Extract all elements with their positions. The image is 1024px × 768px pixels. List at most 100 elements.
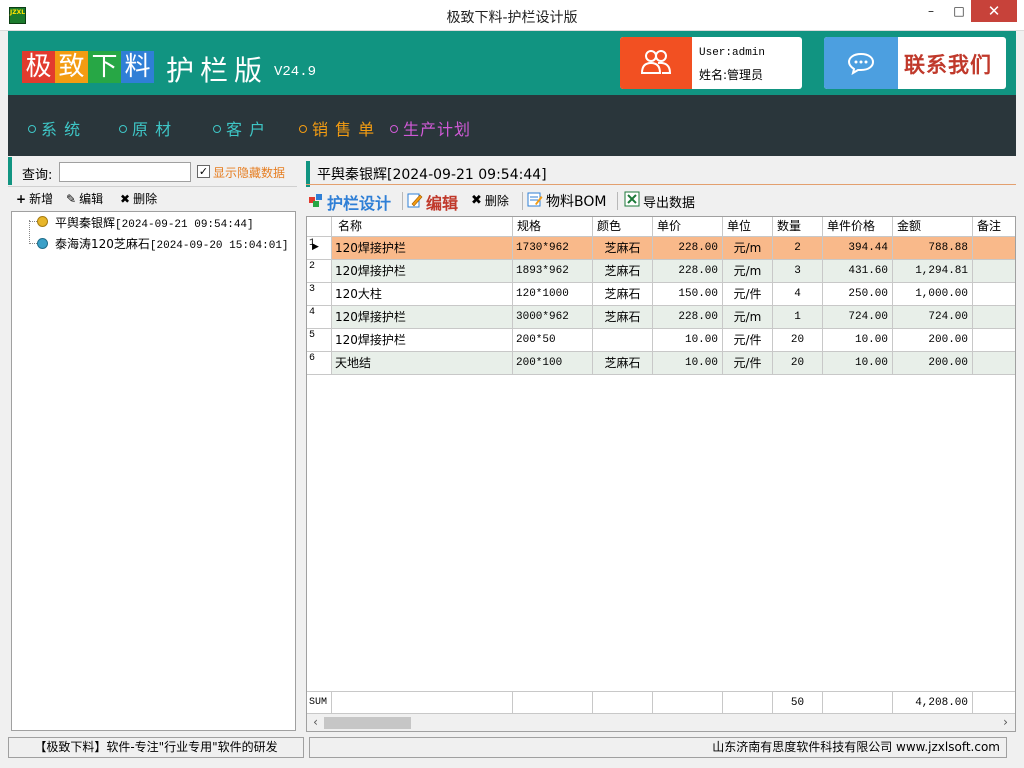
nav-item-customers[interactable]: 客 户 bbox=[213, 116, 266, 140]
nav-item-sales-order[interactable]: 销 售 单 bbox=[299, 116, 375, 140]
cell-spec[interactable]: 200*100 bbox=[513, 352, 593, 374]
cell-note[interactable] bbox=[973, 306, 1015, 328]
show-hidden-checkbox[interactable]: ✓ bbox=[197, 165, 210, 178]
cell-amount[interactable]: 200.00 bbox=[893, 352, 973, 374]
nav-item-materials[interactable]: 原 材 bbox=[119, 116, 172, 140]
cell-note[interactable] bbox=[973, 237, 1015, 259]
cell-unit-price[interactable]: 10.00 bbox=[823, 329, 893, 351]
cell-unit-price[interactable]: 10.00 bbox=[823, 352, 893, 374]
column-header[interactable]: 金额 bbox=[893, 217, 973, 237]
tree-item[interactable]: 泰海涛120芝麻石[2024-09-20 15:04:01] bbox=[55, 235, 289, 252]
cell-name[interactable]: 120大柱 bbox=[332, 283, 513, 305]
row-number[interactable]: 5 bbox=[307, 329, 332, 351]
cell-name[interactable]: 天地结 bbox=[332, 352, 513, 374]
table-row[interactable]: 2 120焊接护栏 1893*962 芝麻石 228.00 元/m 3 431.60 1,294… bbox=[307, 260, 1015, 283]
scroll-left-icon[interactable]: ‹ bbox=[307, 714, 324, 731]
cell-qty[interactable]: 20 bbox=[773, 329, 823, 351]
order-tree[interactable]: 平舆秦银辉[2024-09-21 09:54:44] 泰海涛120芝麻石[202… bbox=[11, 211, 296, 731]
close-button[interactable]: ✕ bbox=[971, 0, 1017, 22]
cell-amount[interactable]: 724.00 bbox=[893, 306, 973, 328]
cell-color[interactable] bbox=[593, 329, 653, 351]
column-header[interactable]: 单价 bbox=[653, 217, 723, 237]
cell-color[interactable]: 芝麻石 bbox=[593, 306, 653, 328]
cell-unit[interactable]: 元/件 bbox=[723, 283, 773, 305]
table-row[interactable]: 4 120焊接护栏 3000*962 芝麻石 228.00 元/m 1 724.00 724.0… bbox=[307, 306, 1015, 329]
cell-unit[interactable]: 元/件 bbox=[723, 352, 773, 374]
edit-record-button[interactable]: 编辑 bbox=[407, 190, 458, 214]
table-row[interactable]: 1 ▶ 120焊接护栏 1730*962 芝麻石 228.00 元/m 2 394.44 788.… bbox=[307, 237, 1015, 260]
cell-unit[interactable]: 元/m bbox=[723, 260, 773, 282]
items-grid[interactable]: 名称 规格 颜色 单价 单位 数量 单件价格 金额 备注 1 ▶ 120焊接护栏 17… bbox=[306, 216, 1016, 732]
cell-price[interactable]: 228.00 bbox=[653, 260, 723, 282]
row-number[interactable]: 3 bbox=[307, 283, 332, 305]
cell-qty[interactable]: 3 bbox=[773, 260, 823, 282]
tree-item[interactable]: 平舆秦银辉[2024-09-21 09:54:44] bbox=[55, 214, 254, 231]
cell-qty[interactable]: 2 bbox=[773, 237, 823, 259]
horizontal-scrollbar[interactable]: ‹ › bbox=[307, 713, 1015, 731]
cell-spec[interactable]: 120*1000 bbox=[513, 283, 593, 305]
cell-note[interactable] bbox=[973, 283, 1015, 305]
cell-color[interactable]: 芝麻石 bbox=[593, 237, 653, 259]
cell-qty[interactable]: 1 bbox=[773, 306, 823, 328]
cell-amount[interactable]: 1,294.81 bbox=[893, 260, 973, 282]
nav-item-system[interactable]: 系 统 bbox=[28, 116, 81, 140]
cell-unit[interactable]: 元/m bbox=[723, 306, 773, 328]
minimize-button[interactable]: – bbox=[916, 0, 946, 22]
column-header[interactable]: 规格 bbox=[513, 217, 593, 237]
scroll-right-icon[interactable]: › bbox=[997, 714, 1014, 731]
contact-us-button[interactable]: 联系我们 bbox=[824, 37, 1006, 89]
cell-spec[interactable]: 200*50 bbox=[513, 329, 593, 351]
cell-name[interactable]: 120焊接护栏 bbox=[332, 237, 513, 259]
delete-record-button[interactable]: ✖ 删除 bbox=[471, 192, 509, 209]
cell-name[interactable]: 120焊接护栏 bbox=[332, 306, 513, 328]
cell-note[interactable] bbox=[973, 352, 1015, 374]
add-button[interactable]: + 新增 bbox=[16, 190, 53, 207]
cell-amount[interactable]: 200.00 bbox=[893, 329, 973, 351]
cell-amount[interactable]: 1,000.00 bbox=[893, 283, 973, 305]
cell-spec[interactable]: 3000*962 bbox=[513, 306, 593, 328]
column-header[interactable]: 数量 bbox=[773, 217, 823, 237]
cell-spec[interactable]: 1893*962 bbox=[513, 260, 593, 282]
cell-unit-price[interactable]: 250.00 bbox=[823, 283, 893, 305]
cell-price[interactable]: 10.00 bbox=[653, 352, 723, 374]
railing-design-button[interactable]: 护栏设计 bbox=[308, 190, 391, 214]
cell-spec[interactable]: 1730*962 bbox=[513, 237, 593, 259]
search-input[interactable] bbox=[59, 162, 191, 182]
cell-amount[interactable]: 788.88 bbox=[893, 237, 973, 259]
cell-color[interactable]: 芝麻石 bbox=[593, 352, 653, 374]
cell-price[interactable]: 10.00 bbox=[653, 329, 723, 351]
delete-button[interactable]: ✖ 删除 bbox=[120, 190, 157, 207]
table-row[interactable]: 3 120大柱 120*1000 芝麻石 150.00 元/件 4 250.00 1,000.0… bbox=[307, 283, 1015, 306]
export-button[interactable]: 导出数据 bbox=[624, 191, 695, 211]
cell-unit[interactable]: 元/件 bbox=[723, 329, 773, 351]
row-number[interactable]: 2 bbox=[307, 260, 332, 282]
row-number[interactable]: 1 bbox=[307, 237, 332, 259]
cell-qty[interactable]: 20 bbox=[773, 352, 823, 374]
edit-button[interactable]: ✎ 编辑 bbox=[66, 190, 103, 207]
column-header[interactable]: 备注 bbox=[973, 217, 1015, 237]
column-header[interactable]: 单件价格 bbox=[823, 217, 893, 237]
cell-qty[interactable]: 4 bbox=[773, 283, 823, 305]
cell-unit-price[interactable]: 431.60 bbox=[823, 260, 893, 282]
column-header[interactable]: 颜色 bbox=[593, 217, 653, 237]
column-header[interactable]: 单位 bbox=[723, 217, 773, 237]
table-row[interactable]: 5 120焊接护栏 200*50 10.00 元/件 20 10.00 200.00 bbox=[307, 329, 1015, 352]
cell-color[interactable]: 芝麻石 bbox=[593, 260, 653, 282]
show-hidden-label[interactable]: 显示隐藏数据 bbox=[213, 164, 285, 181]
cell-unit-price[interactable]: 394.44 bbox=[823, 237, 893, 259]
nav-item-production-plan[interactable]: 生产计划 bbox=[390, 116, 471, 140]
column-header[interactable]: 名称 bbox=[332, 217, 513, 237]
cell-unit-price[interactable]: 724.00 bbox=[823, 306, 893, 328]
cell-color[interactable]: 芝麻石 bbox=[593, 283, 653, 305]
cell-name[interactable]: 120焊接护栏 bbox=[332, 260, 513, 282]
cell-unit[interactable]: 元/m bbox=[723, 237, 773, 259]
cell-price[interactable]: 150.00 bbox=[653, 283, 723, 305]
cell-price[interactable]: 228.00 bbox=[653, 306, 723, 328]
cell-name[interactable]: 120焊接护栏 bbox=[332, 329, 513, 351]
maximize-button[interactable]: □ bbox=[944, 0, 974, 22]
table-row[interactable]: 6 天地结 200*100 芝麻石 10.00 元/件 20 10.00 200.00 bbox=[307, 352, 1015, 375]
user-card[interactable]: User:admin 姓名:管理员 bbox=[620, 37, 802, 89]
scroll-thumb[interactable] bbox=[324, 717, 411, 729]
cell-note[interactable] bbox=[973, 260, 1015, 282]
cell-note[interactable] bbox=[973, 329, 1015, 351]
